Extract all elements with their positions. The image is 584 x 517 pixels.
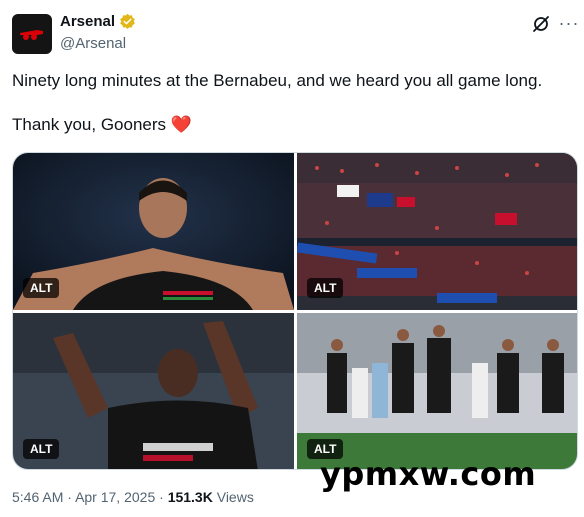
views-label: Views <box>216 489 254 505</box>
tweet-line-1: Ninety long minutes at the Bernabeu, and… <box>12 71 543 90</box>
verified-icon <box>119 13 136 30</box>
arsenal-cannon-icon <box>20 30 43 40</box>
grok-icon[interactable] <box>531 14 551 34</box>
tweet-time[interactable]: 5:46 AM <box>12 489 63 505</box>
alt-badge[interactable]: ALT <box>23 439 60 459</box>
display-name[interactable]: Arsenal <box>60 13 115 30</box>
watermark: ypmxw.com <box>320 455 537 493</box>
author-name-row[interactable]: Arsenal <box>60 13 136 30</box>
author-handle[interactable]: @Arsenal <box>60 35 126 52</box>
media-photo-3[interactable]: ALT <box>13 313 294 469</box>
heart-emoji: ❤️ <box>170 115 192 134</box>
alt-badge[interactable]: ALT <box>23 278 60 298</box>
media-grid: ALT ALT ALT ALT <box>12 152 578 470</box>
media-photo-1[interactable]: ALT <box>13 153 294 310</box>
more-icon[interactable]: ··· <box>559 13 579 33</box>
tweet-text: Ninety long minutes at the Bernabeu, and… <box>12 70 572 136</box>
avatar[interactable] <box>12 14 52 54</box>
tweet-meta: 5:46 AM · Apr 17, 2025 · 151.3K Views <box>12 489 254 505</box>
meta-separator: · <box>159 489 164 505</box>
alt-badge[interactable]: ALT <box>307 278 344 298</box>
tweet-line-2-text: Thank you, Gooners <box>12 115 167 134</box>
tweet-date[interactable]: Apr 17, 2025 <box>75 489 155 505</box>
media-photo-4[interactable]: ALT <box>297 313 577 469</box>
meta-separator: · <box>67 489 72 505</box>
views-count: 151.3K <box>167 489 213 505</box>
media-photo-2[interactable]: ALT <box>297 153 577 310</box>
tweet-line-2: Thank you, Gooners ❤️ <box>12 114 572 136</box>
